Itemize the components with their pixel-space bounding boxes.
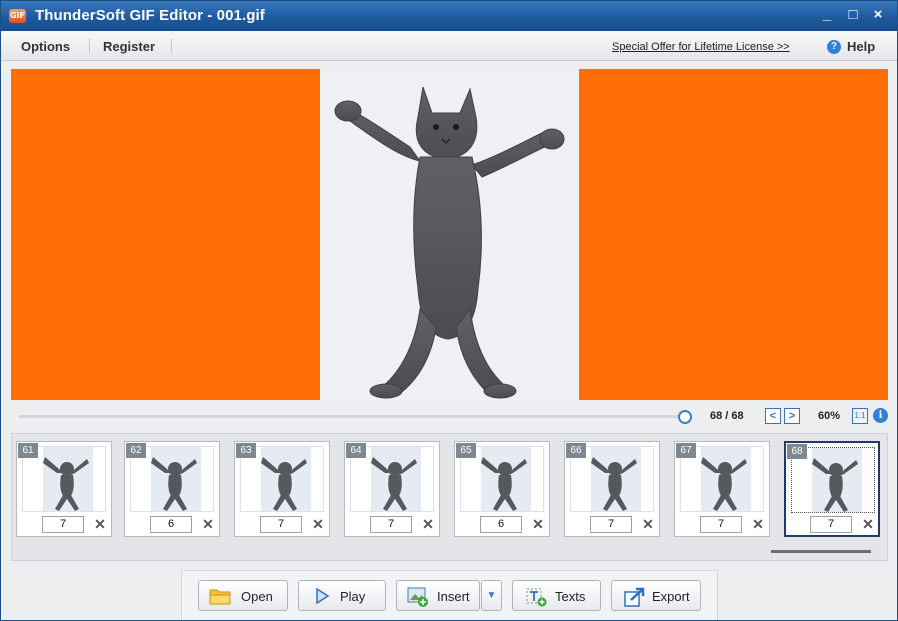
open-button[interactable]: Open (198, 580, 288, 611)
delete-frame-icon[interactable]: ✕ (200, 516, 216, 533)
frame-number: 63 (236, 443, 256, 458)
help-menu[interactable]: Help (847, 39, 875, 54)
frame-number: 66 (566, 443, 586, 458)
maximize-button[interactable]: □ (842, 5, 864, 25)
frame-thumbnail[interactable]: 61 7 ✕ (16, 441, 112, 537)
insert-dropdown-chevron-icon[interactable]: ▼ (481, 580, 502, 611)
delete-frame-icon[interactable]: ✕ (530, 516, 546, 533)
frame-slider-track[interactable] (19, 415, 684, 418)
frame-thumbnail[interactable]: 62 6 ✕ (124, 441, 220, 537)
frame-delay-input[interactable]: 7 (42, 516, 84, 533)
gif-app-icon: GIF (9, 9, 26, 23)
texts-label: Texts (555, 589, 586, 604)
app-window: GIF ThunderSoft GIF Editor - 001.gif _ □… (0, 0, 898, 621)
menu-separator (89, 39, 90, 53)
frame-thumbnail[interactable]: 63 7 ✕ (234, 441, 330, 537)
actual-size-button[interactable]: 1:1 (852, 408, 868, 424)
previous-frame-button[interactable]: < (765, 408, 781, 424)
title-bar[interactable]: GIF ThunderSoft GIF Editor - 001.gif _ □… (1, 1, 897, 31)
text-icon (526, 588, 547, 607)
frame-number: 67 (676, 443, 696, 458)
menu-separator (171, 39, 172, 53)
insert-image-icon (407, 587, 428, 607)
menu-options[interactable]: Options (21, 39, 70, 54)
insert-label: Insert (437, 589, 470, 604)
frame-delay-input[interactable]: 7 (260, 516, 302, 533)
play-icon (316, 587, 330, 605)
window-title: ThunderSoft GIF Editor - 001.gif (35, 7, 265, 24)
play-button[interactable]: Play (298, 580, 386, 611)
frame-number: 65 (456, 443, 476, 458)
info-icon[interactable]: i (873, 408, 888, 423)
frame-thumbnail[interactable]: 64 7 ✕ (344, 441, 440, 537)
folder-icon (209, 589, 231, 605)
strip-scrollbar[interactable] (771, 550, 871, 553)
export-label: Export (652, 589, 690, 604)
frame-thumbnail[interactable]: 67 7 ✕ (674, 441, 770, 537)
frame-delay-input[interactable]: 6 (480, 516, 522, 533)
texts-button[interactable]: Texts (512, 580, 601, 611)
next-frame-button[interactable]: > (784, 408, 800, 424)
insert-button[interactable]: Insert (396, 580, 480, 611)
delete-frame-icon[interactable]: ✕ (420, 516, 436, 533)
frame-delay-input[interactable]: 7 (370, 516, 412, 533)
export-icon (624, 587, 645, 607)
help-icon[interactable]: ? (827, 40, 841, 54)
special-offer-link[interactable]: Special Offer for Lifetime License >> (612, 41, 790, 53)
play-label: Play (340, 589, 366, 604)
cat-image (320, 69, 579, 400)
frame-delay-input[interactable]: 7 (810, 516, 852, 533)
frame-delay-input[interactable]: 7 (700, 516, 742, 533)
delete-frame-icon[interactable]: ✕ (860, 516, 876, 533)
frame-number: 62 (126, 443, 146, 458)
frame-thumbnail-selected[interactable]: 68 7 ✕ (784, 441, 880, 537)
frame-delay-input[interactable]: 7 (590, 516, 632, 533)
frame-number: 68 (787, 444, 807, 459)
delete-frame-icon[interactable]: ✕ (750, 516, 766, 533)
export-button[interactable]: Export (611, 580, 701, 611)
delete-frame-icon[interactable]: ✕ (310, 516, 326, 533)
frame-thumbnail[interactable]: 65 6 ✕ (454, 441, 550, 537)
delete-frame-icon[interactable]: ✕ (640, 516, 656, 533)
frame-number: 64 (346, 443, 366, 458)
close-button[interactable]: × (867, 5, 889, 25)
menu-register[interactable]: Register (103, 39, 155, 54)
menu-bar: Options Register Special Offer for Lifet… (1, 31, 897, 61)
minimize-button[interactable]: _ (816, 5, 838, 25)
frame-counter: 68 / 68 (710, 410, 744, 422)
frame-delay-input[interactable]: 6 (150, 516, 192, 533)
frame-thumbnail[interactable]: 66 7 ✕ (564, 441, 660, 537)
gif-preview-image (320, 69, 579, 400)
zoom-level: 60% (818, 410, 841, 422)
preview-canvas (11, 69, 888, 400)
frame-number: 61 (18, 443, 38, 458)
delete-frame-icon[interactable]: ✕ (92, 516, 108, 533)
open-label: Open (241, 589, 273, 604)
frame-slider-handle[interactable] (678, 410, 692, 424)
